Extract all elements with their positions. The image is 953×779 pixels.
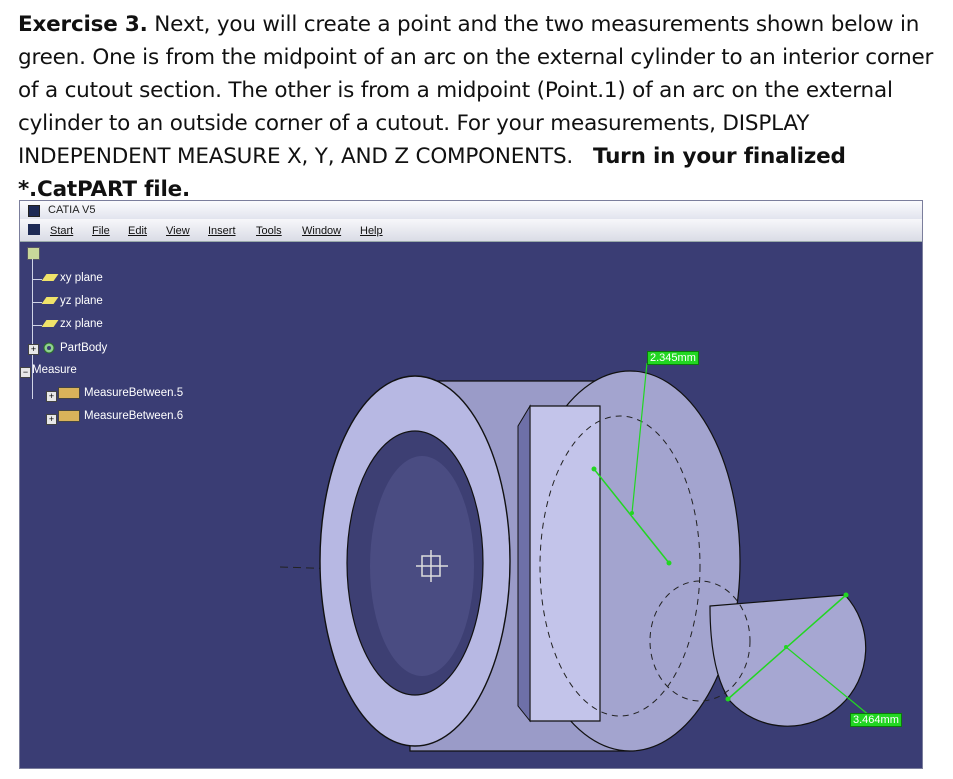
cutout-inner-wall[interactable]	[517, 404, 531, 723]
tree-item-measurebetween-6[interactable]: MeasureBetween.6	[58, 410, 183, 422]
tree-item-label: xy plane	[60, 272, 103, 284]
tree-item-label: MeasureBetween.5	[84, 387, 184, 400]
tree-item-partbody[interactable]: PartBody	[42, 341, 107, 355]
measurement-label-1[interactable]: 2.345mm	[647, 351, 699, 365]
measurement-label-2[interactable]: 3.464mm	[850, 713, 902, 727]
tree-item-zx-plane[interactable]: zx plane	[41, 318, 103, 330]
plane-icon	[41, 320, 59, 328]
plane-icon	[41, 274, 59, 282]
exercise-instructions: Exercise 3. Next, you will create a poin…	[18, 8, 943, 206]
plane-icon	[41, 297, 59, 305]
tree-item-label: Measure	[32, 364, 77, 376]
tree-item-label: PartBody	[60, 342, 108, 355]
partbody-gear-icon	[43, 342, 55, 354]
tree-branch	[32, 325, 42, 326]
tree-root-icon[interactable]	[27, 247, 40, 260]
tree-item-label: MeasureBetween.6	[84, 410, 184, 423]
tree-item-label: yz plane	[60, 295, 103, 307]
tab-extension[interactable]	[709, 594, 867, 727]
tree-item-measure[interactable]: Measure	[32, 364, 77, 376]
tree-item-yz-plane[interactable]: yz plane	[41, 295, 103, 307]
viewport-3d[interactable]	[20, 201, 922, 768]
collapse-measure-button[interactable]: −	[20, 367, 31, 378]
catia-window: CATIA V5 Start File Edit View Insert Too…	[19, 200, 923, 769]
cutout-face[interactable]	[529, 405, 601, 722]
exercise-lead: Exercise 3.	[18, 12, 148, 37]
tree-branch	[32, 302, 42, 303]
measure-icon	[58, 410, 80, 422]
tree-item-xy-plane[interactable]: xy plane	[41, 272, 103, 284]
expand-measure-6-button[interactable]: +	[46, 414, 57, 425]
tree-item-label: zx plane	[60, 318, 103, 330]
tree-item-measurebetween-5[interactable]: MeasureBetween.5	[58, 387, 183, 399]
measure-icon	[58, 387, 80, 399]
expand-measure-5-button[interactable]: +	[46, 391, 57, 402]
tree-connector	[32, 259, 33, 399]
tree-branch	[32, 279, 42, 280]
expand-partbody-button[interactable]: +	[28, 344, 39, 355]
